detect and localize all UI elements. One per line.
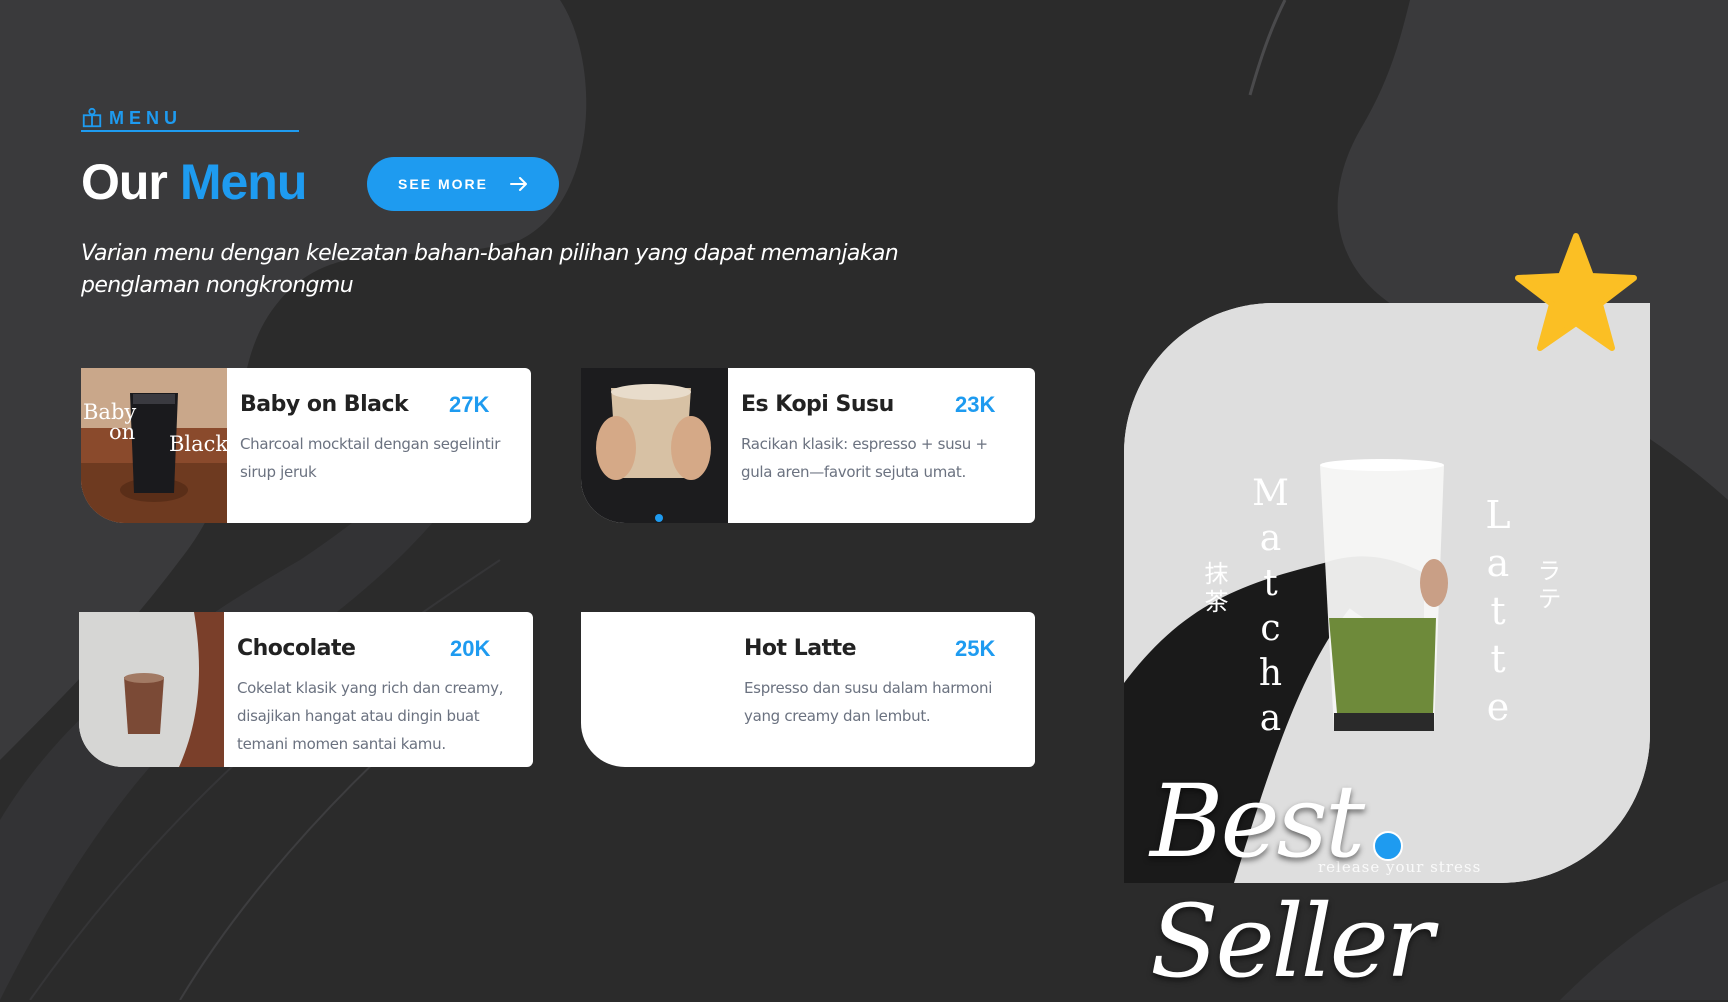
menu-item-card[interactable]: Hot Latte 25K Espresso dan susu dalam ha… — [581, 612, 1035, 767]
menu-item-description: Espresso dan susu dalam harmoni yang cre… — [744, 679, 993, 725]
menu-item-image — [581, 368, 728, 523]
page-subtitle: Varian menu dengan kelezatan bahan-bahan… — [81, 241, 899, 298]
promo-product-line-1: Matcha — [1250, 473, 1291, 743]
menu-item-description: Racikan klasik: espresso + susu + gula a… — [741, 435, 988, 481]
page-title: Our Menu — [81, 152, 308, 212]
menu-item-card[interactable]: Es Kopi Susu 23K Racikan klasik: espress… — [581, 368, 1035, 523]
page-title-accent: Menu — [179, 154, 308, 210]
section-label-text: MENU — [109, 107, 182, 128]
see-more-label: SEE MORE — [398, 176, 488, 192]
arrow-right-icon — [509, 177, 527, 191]
menu-item-card[interactable]: Baby on Black Baby on Black 27K Charcoal… — [81, 368, 531, 523]
see-more-button[interactable]: SEE MORE — [367, 157, 559, 211]
menu-item-card[interactable]: Chocolate 20K Cokelat klasik yang rich d… — [79, 612, 533, 767]
menu-item-description: Cokelat klasik yang rich dan creamy, dis… — [237, 679, 504, 753]
menu-item-price: 25K — [955, 636, 996, 661]
menu-item-image — [581, 612, 731, 767]
section-label: MENU — [81, 106, 299, 132]
image-caption: Baby on — [83, 400, 137, 444]
menu-item-price: 23K — [955, 392, 996, 417]
page-title-plain: Our — [81, 154, 168, 210]
menu-item-description: Charcoal mocktail dengan segelintir siru… — [240, 435, 501, 481]
menu-item-price: 20K — [450, 636, 491, 661]
best-seller-label: Best Seller — [1150, 763, 1434, 1000]
star-icon — [1515, 233, 1637, 351]
menu-item-price: 27K — [449, 392, 490, 417]
promo-product-line-2: Latte — [1476, 493, 1520, 733]
promo-japanese-2: ラテ — [1533, 558, 1561, 614]
menu-item-image: Baby on Black — [81, 368, 227, 523]
promo-japanese-1: 抹茶 — [1200, 561, 1228, 617]
image-caption-2: Black — [169, 432, 227, 456]
brand-badge-icon — [1373, 831, 1403, 861]
menu-item-image — [79, 612, 224, 767]
menu-book-icon — [82, 107, 102, 128]
